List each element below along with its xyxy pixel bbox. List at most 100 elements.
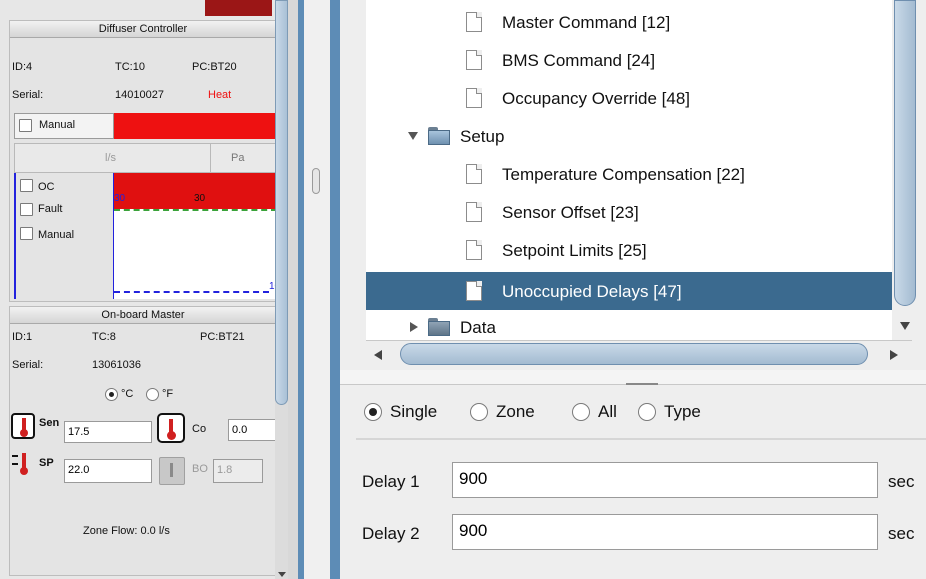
- onboard-pc: PC:BT21: [200, 331, 245, 343]
- manual-toggle[interactable]: Manual: [14, 113, 114, 139]
- onboard-master-panel: On-board Master ID:1 TC:8 PC:BT21 Serial…: [9, 306, 277, 576]
- manual-status-checkbox[interactable]: [20, 227, 33, 240]
- single-label: Single: [390, 402, 438, 421]
- diffuser-serial-label: Serial:: [12, 89, 44, 101]
- manual-status-label: Manual: [38, 229, 75, 241]
- folder-icon: [428, 318, 452, 336]
- delay-2-label: Delay 2: [362, 524, 420, 543]
- document-icon: [466, 281, 482, 301]
- tree-vertical-scrollbar[interactable]: [892, 0, 920, 340]
- setpoint-field[interactable]: 22.0: [64, 459, 152, 483]
- tree-item-unoccupied-delays[interactable]: Unoccupied Delays [47]: [502, 281, 682, 303]
- tree-item-occupancy-override[interactable]: Occupancy Override [48]: [502, 88, 690, 110]
- celsius-radio[interactable]: [105, 388, 118, 401]
- status-checklist: OC Fault Manual: [14, 173, 114, 299]
- scroll-down-arrow-icon[interactable]: [900, 322, 910, 330]
- flow-chart-value-right: 30: [194, 193, 206, 204]
- manual-checkbox[interactable]: [19, 119, 32, 132]
- sensor-field[interactable]: 17.5: [64, 421, 152, 443]
- left-scrollbar[interactable]: [275, 0, 288, 579]
- fahrenheit-radio[interactable]: [146, 388, 159, 401]
- co-field[interactable]: 0.0: [228, 419, 276, 441]
- document-icon: [466, 50, 482, 70]
- scroll-down-arrow-icon[interactable]: [278, 572, 286, 577]
- parameter-editor-pane: Master Command [12] BMS Command [24] Occ…: [340, 0, 926, 579]
- delay-2-unit: sec: [888, 524, 915, 543]
- pressure-column-header: Pa: [210, 143, 278, 173]
- fault-checkbox[interactable]: [20, 203, 33, 216]
- split-grip[interactable]: [312, 168, 320, 194]
- delay-1-label: Delay 1: [362, 472, 420, 491]
- onboard-panel-title: On-board Master: [10, 307, 276, 324]
- parameter-tree: Master Command [12] BMS Command [24] Occ…: [366, 0, 912, 340]
- bo-field[interactable]: 1.8: [213, 459, 263, 483]
- diffuser-id: ID:4: [12, 61, 33, 73]
- all-label: All: [598, 402, 617, 421]
- horizontal-splitter[interactable]: [340, 370, 926, 385]
- folder-open-icon: [428, 127, 452, 145]
- delay-1-field[interactable]: 900: [452, 462, 878, 498]
- tree-item-bms-command[interactable]: BMS Command [24]: [502, 50, 655, 72]
- expand-arrow-icon[interactable]: [408, 132, 418, 140]
- onboard-serial: 13061036: [92, 359, 141, 371]
- flow-column-header: l/s: [14, 143, 212, 173]
- oc-label: OC: [38, 181, 55, 193]
- flow-unit-label: l/s: [105, 152, 116, 164]
- tree-scrollbar-thumb[interactable]: [894, 0, 916, 306]
- celsius-label: °C: [121, 388, 134, 400]
- celsius-radio-dot: [109, 392, 114, 397]
- scroll-left-arrow-icon[interactable]: [374, 350, 382, 360]
- fault-label: Fault: [38, 203, 63, 215]
- tree-item-sensor-offset[interactable]: Sensor Offset [23]: [502, 202, 639, 224]
- onboard-id: ID:1: [12, 331, 33, 343]
- single-radio-dot: [369, 408, 377, 416]
- setpoint-icon-tick-top: [12, 455, 18, 457]
- split-divider[interactable]: [304, 0, 330, 579]
- folder-icon-body: [428, 321, 450, 336]
- diffuser-tc: TC:10: [115, 61, 145, 73]
- bo-label: BO: [192, 463, 208, 475]
- tree-hscroll-thumb[interactable]: [400, 343, 868, 365]
- co-thermometer-icon: [157, 413, 185, 443]
- document-icon: [466, 12, 482, 32]
- device-panel-column: Diffuser Controller ID:4 TC:10 PC:BT20 S…: [0, 0, 300, 579]
- tree-folder-data[interactable]: Data: [460, 317, 496, 339]
- split-edge-right: [330, 0, 340, 579]
- all-radio[interactable]: [572, 403, 590, 421]
- flow-chart: 30 30 10: [113, 173, 280, 299]
- thermometer-icon: [11, 413, 35, 439]
- flow-chart-value-left: 30: [114, 193, 126, 204]
- folder-open-icon-body: [428, 130, 450, 145]
- left-scrollbar-thumb[interactable]: [275, 0, 288, 405]
- document-icon: [466, 240, 482, 260]
- zone-label: Zone: [496, 402, 535, 421]
- document-icon: [466, 164, 482, 184]
- previous-panel-edge: [205, 0, 272, 16]
- splitter-grip[interactable]: [626, 383, 658, 385]
- single-radio[interactable]: [364, 403, 382, 421]
- setpoint-icon-tick-bottom: [12, 463, 18, 465]
- tree-item-setpoint-limits[interactable]: Setpoint Limits [25]: [502, 240, 647, 262]
- co-thermometer-icon-bulb: [167, 431, 176, 440]
- sensor-label: Sen: [39, 417, 60, 429]
- oc-checkbox[interactable]: [20, 179, 33, 192]
- tree-item-temperature-compensation[interactable]: Temperature Compensation [22]: [502, 164, 745, 186]
- pane-gap: [288, 0, 298, 579]
- bo-setpoint-icon-stem: [170, 463, 173, 477]
- bo-setpoint-icon: [159, 457, 185, 485]
- thermometer-icon-bulb: [20, 429, 28, 437]
- type-radio[interactable]: [638, 403, 656, 421]
- collapse-arrow-icon[interactable]: [410, 322, 418, 332]
- type-label: Type: [664, 402, 701, 421]
- flow-chart-setpoint-line: [114, 209, 277, 211]
- tree-item-master-command[interactable]: Master Command [12]: [502, 12, 670, 34]
- setpoint-label: SP: [39, 457, 54, 469]
- setpoint-icon-bulb: [20, 467, 28, 475]
- diffuser-pc: PC:BT20: [192, 61, 237, 73]
- zone-radio[interactable]: [470, 403, 488, 421]
- tree-horizontal-scrollbar[interactable]: [366, 340, 912, 369]
- delay-2-field[interactable]: 900: [452, 514, 878, 550]
- tree-folder-setup[interactable]: Setup: [460, 126, 504, 148]
- scroll-right-arrow-icon[interactable]: [890, 350, 898, 360]
- diffuser-mode: Heat: [208, 89, 232, 101]
